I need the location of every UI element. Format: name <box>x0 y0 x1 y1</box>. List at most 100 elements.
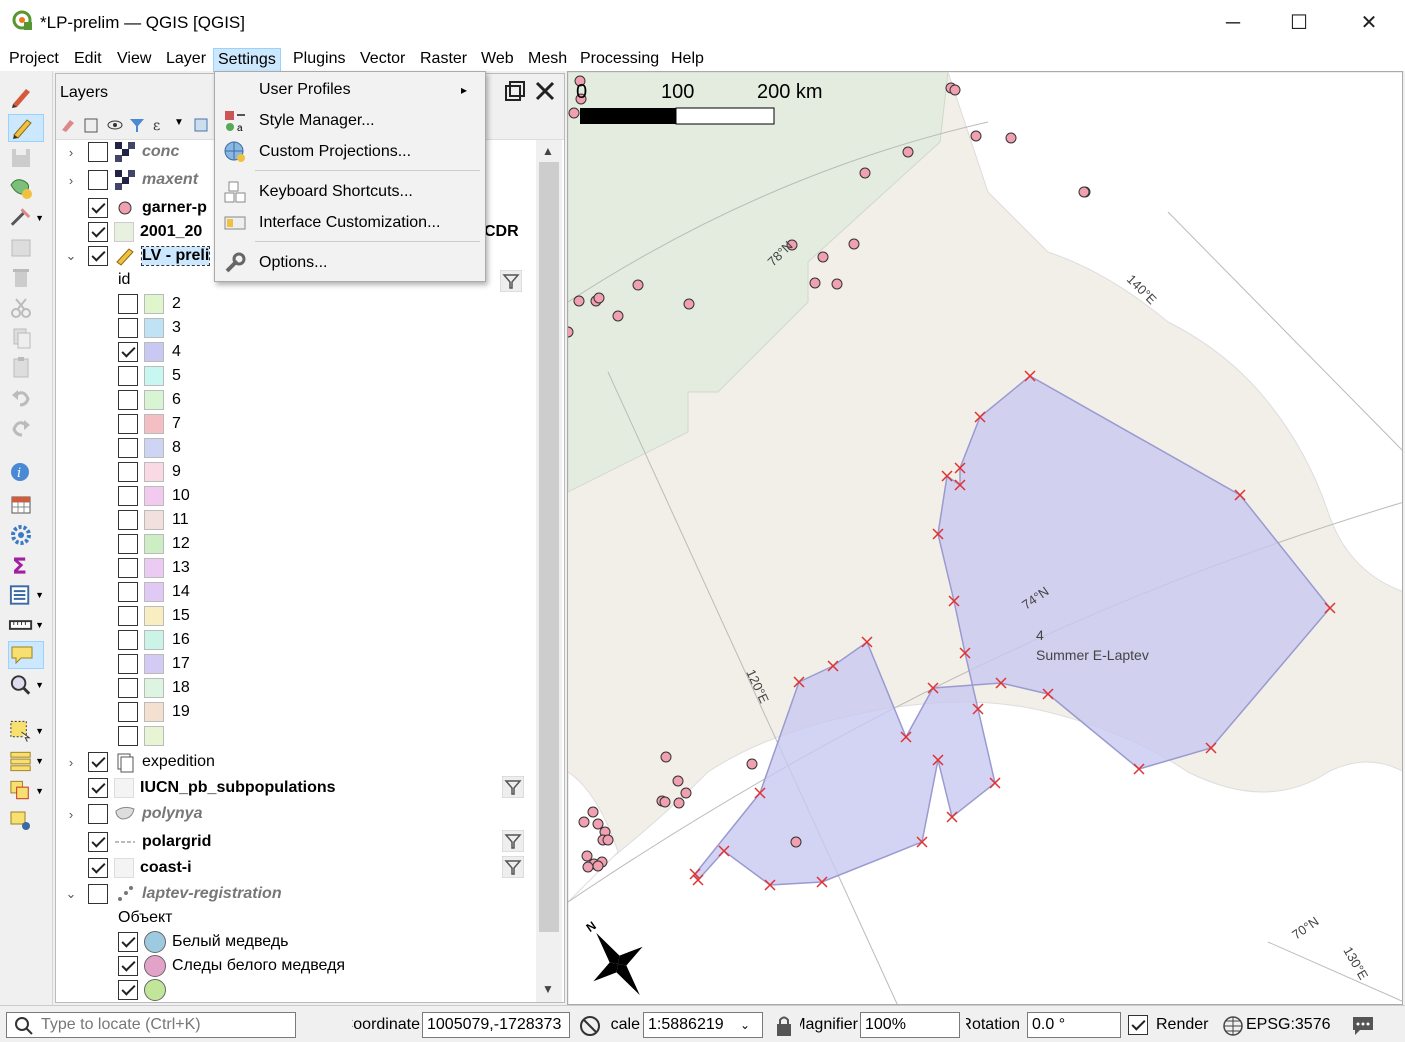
class-checkbox[interactable] <box>118 294 138 314</box>
vertex-tool-button[interactable]: ▼ <box>8 204 44 232</box>
menu-view[interactable]: View <box>113 48 155 72</box>
menu-raster[interactable]: Raster <box>416 48 471 72</box>
menu-keyboard-shortcuts[interactable]: Keyboard Shortcuts... <box>215 178 485 206</box>
class-checkbox[interactable] <box>118 932 138 952</box>
filter-icon[interactable] <box>500 270 522 292</box>
class-checkbox[interactable] <box>118 606 138 626</box>
legend-class-row[interactable]: 3 <box>118 316 181 340</box>
expand-all-icon[interactable] <box>192 116 210 134</box>
map-tips-button[interactable] <box>8 641 44 669</box>
magnifier-spinbox[interactable]: 100% <box>860 1012 960 1038</box>
legend-class-row[interactable]: 18 <box>118 676 190 700</box>
deselect-button[interactable]: ▼ <box>8 777 44 805</box>
menu-project[interactable]: Project <box>5 48 63 72</box>
menu-edit[interactable]: Edit <box>70 48 106 72</box>
toggle-extents-icon[interactable] <box>578 1014 602 1038</box>
legend-class-row[interactable]: 14 <box>118 580 190 604</box>
modify-attributes-button[interactable] <box>8 234 44 262</box>
scroll-up-icon[interactable]: ▲ <box>542 144 554 158</box>
menu-plugins[interactable]: Plugins <box>289 48 349 72</box>
legend-class-row[interactable]: 17 <box>118 652 190 676</box>
layer-row-lower-3[interactable]: polargrid <box>64 830 534 854</box>
class-checkbox[interactable] <box>118 414 138 434</box>
menu-settings[interactable]: Settings <box>213 48 281 72</box>
select-location-button[interactable] <box>8 807 44 835</box>
layer-visibility-checkbox[interactable] <box>88 752 108 772</box>
class-checkbox[interactable] <box>118 630 138 650</box>
chevron-right-icon[interactable]: › <box>64 145 78 160</box>
class-checkbox[interactable] <box>118 654 138 674</box>
map-canvas[interactable]: 0 100 200 km 78°N 140°E 74°N 120°E 70°N … <box>567 71 1403 1005</box>
delete-selected-button[interactable] <box>8 264 44 292</box>
close-panel-icon[interactable] <box>534 80 556 102</box>
layer-row-lower-5[interactable]: ⌄ laptev-registration <box>64 882 534 906</box>
filter-icon[interactable] <box>502 776 524 798</box>
filter-legend-icon[interactable] <box>128 116 146 134</box>
chevron-down-icon[interactable]: ▼ <box>174 117 184 128</box>
menu-processing[interactable]: Processing <box>576 48 663 72</box>
visibility-icon[interactable] <box>106 116 124 134</box>
legend-class-row[interactable]: 4 <box>118 340 181 364</box>
chevron-down-icon[interactable]: ⌄ <box>64 248 78 264</box>
add-polygon-button[interactable] <box>8 174 44 202</box>
menu-custom-projections[interactable]: Custom Projections... <box>215 138 485 166</box>
class-checkbox[interactable] <box>118 510 138 530</box>
class-checkbox[interactable] <box>118 558 138 578</box>
copy-features-button[interactable] <box>8 324 44 352</box>
select-by-value-button[interactable]: ▼ <box>8 747 44 775</box>
layer-visibility-checkbox[interactable] <box>88 804 108 824</box>
save-edits-button[interactable] <box>8 144 44 172</box>
filter-icon[interactable] <box>502 830 524 852</box>
layer-visibility-checkbox[interactable] <box>88 142 108 162</box>
laptev-class-row[interactable]: Следы белого медведя <box>118 954 345 978</box>
chevron-right-icon[interactable]: › <box>64 755 78 770</box>
processing-toolbox-button[interactable] <box>8 521 44 549</box>
class-checkbox[interactable] <box>118 486 138 506</box>
menu-mesh[interactable]: Mesh <box>524 48 571 72</box>
legend-class-row[interactable]: 11 <box>118 508 189 532</box>
select-features-button[interactable]: ▼ <box>8 717 44 745</box>
legend-class-row[interactable]: 12 <box>118 532 190 556</box>
paste-features-button[interactable] <box>8 354 44 382</box>
class-checkbox[interactable] <box>118 678 138 698</box>
redo-button[interactable] <box>8 414 44 442</box>
rotation-spinbox[interactable]: 0.0 ° <box>1027 1012 1121 1038</box>
lock-icon[interactable] <box>774 1014 794 1038</box>
class-checkbox[interactable] <box>118 702 138 722</box>
layer-row-lower-4[interactable]: coast-i <box>64 856 534 880</box>
legend-class-row[interactable]: 9 <box>118 460 181 484</box>
laptev-class-row[interactable]: Белый медведь <box>118 930 289 954</box>
legend-class-row[interactable]: 13 <box>118 556 190 580</box>
locator-search-input[interactable]: Type to locate (Ctrl+K) <box>6 1012 296 1038</box>
menu-style-manager[interactable]: a Style Manager... <box>215 107 485 135</box>
open-field-calculator-button[interactable]: ▼ <box>8 581 44 609</box>
legend-class-row[interactable]: 16 <box>118 628 190 652</box>
menu-layer[interactable]: Layer <box>162 48 210 72</box>
class-checkbox[interactable] <box>118 342 138 362</box>
style-manager-icon[interactable] <box>60 116 78 134</box>
class-checkbox[interactable] <box>118 462 138 482</box>
class-checkbox[interactable] <box>118 438 138 458</box>
toggle-editing-button[interactable] <box>8 114 44 142</box>
close-button[interactable]: ✕ <box>1346 4 1392 42</box>
legend-class-row[interactable]: 7 <box>118 412 181 436</box>
statistics-button[interactable]: Σ <box>8 551 44 579</box>
class-checkbox[interactable] <box>118 726 138 746</box>
legend-class-row[interactable]: 19 <box>118 700 190 724</box>
minimize-button[interactable]: ─ <box>1210 4 1256 42</box>
measure-button[interactable]: ▼ <box>8 611 44 639</box>
legend-class-row[interactable]: 6 <box>118 388 181 412</box>
layer-row-lower-1[interactable]: IUCN_pb_subpopulations <box>64 776 534 800</box>
layer-visibility-checkbox[interactable] <box>88 222 108 242</box>
scroll-down-icon[interactable]: ▼ <box>542 982 554 996</box>
float-panel-icon[interactable] <box>504 80 526 102</box>
layer-visibility-checkbox[interactable] <box>88 884 108 904</box>
layer-visibility-checkbox[interactable] <box>88 832 108 852</box>
layer-row-lower-0[interactable]: › expedition <box>64 750 534 774</box>
chevron-down-icon[interactable]: ⌄ <box>64 886 78 902</box>
cut-features-button[interactable] <box>8 294 44 322</box>
legend-class-row[interactable]: 5 <box>118 364 181 388</box>
coordinate-field[interactable]: 1005079,-1728373 <box>422 1012 570 1038</box>
current-edits-button[interactable] <box>8 83 44 111</box>
menu-interface-customization[interactable]: Interface Customization... <box>215 209 485 237</box>
